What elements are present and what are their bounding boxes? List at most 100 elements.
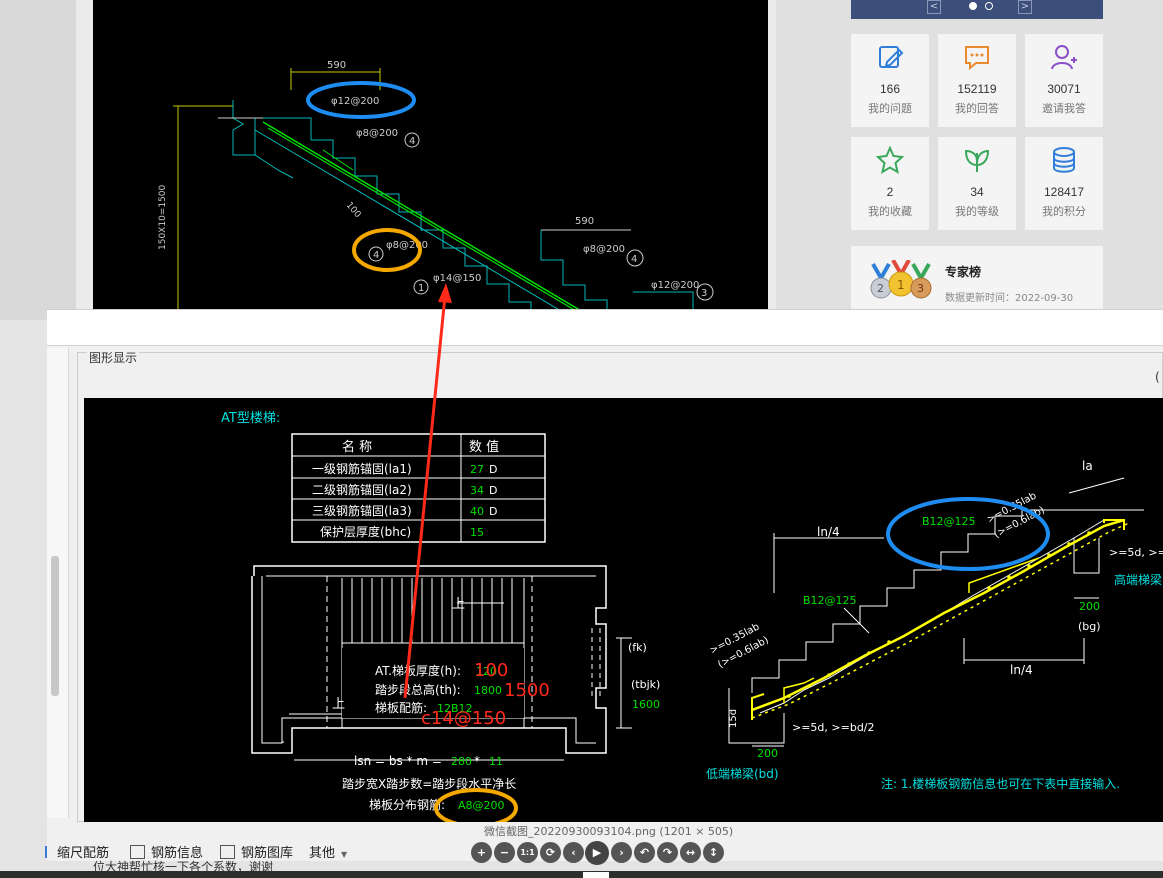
stat-card-questions[interactable]: 166 我的问题 [851, 34, 929, 127]
tbjk-value: 1600 [632, 698, 660, 711]
stat-label: 我的问题 [868, 102, 912, 115]
mark-4b: 4 [631, 254, 637, 265]
star-icon [875, 145, 905, 175]
drawing-canvas[interactable]: AT型楼梯: 名 称 数 值 一级钢筋锚固(la1) 27 D 二级钢筋锚固(l… [84, 398, 1163, 822]
rebar-3-label: φ12@200 [651, 280, 699, 291]
rebar-4a-label: φ8@200 [356, 128, 398, 139]
note-rebar: c14@150 [421, 708, 506, 729]
d5-upper: >=5d, >= [1109, 546, 1163, 559]
rotate-right-button[interactable]: ↷ [657, 842, 678, 863]
medal-3: 3 [917, 282, 924, 295]
table-row-name: 二级钢筋锚固(la2) [312, 482, 412, 497]
dropdown-icon: ▼ [341, 850, 348, 859]
lsn-times: * [474, 754, 480, 768]
table-row-name: 保护层厚度(bhc) [320, 524, 411, 539]
rebar-label: 梯板配筋: [375, 700, 427, 715]
table-row-value: 40 [470, 505, 484, 518]
mark-1: 1 [418, 283, 424, 294]
table-row-name: 三级钢筋锚固(la3) [312, 503, 412, 518]
la-label: la [1082, 459, 1093, 473]
group-title: 图形显示 [87, 349, 140, 366]
table-row-value: 27 [470, 463, 484, 476]
banner: < > [851, 0, 1103, 19]
toolbar-label: 其他 [309, 846, 336, 861]
ln4-top: ln/4 [817, 525, 840, 539]
stat-label: 我的积分 [1042, 205, 1086, 218]
stat-card-points[interactable]: 128417 我的积分 [1025, 137, 1103, 230]
banner-dot[interactable] [985, 2, 993, 10]
flip-horizontal-button[interactable]: ↔ [680, 842, 701, 863]
dist-value: A8@200 [458, 799, 505, 812]
up-label-left: 上 [332, 697, 345, 712]
expert-ranking-card[interactable]: 2 1 3 专家榜 数据更新时间：2022-09-30 [851, 246, 1103, 310]
rebar-main-label: φ14@150 [433, 273, 481, 284]
play-button[interactable]: ▶ [585, 841, 609, 865]
note-h: 100 [474, 660, 508, 681]
taskbar-strip [0, 871, 1163, 878]
lsn-formula: lsn = bs * m = [354, 754, 442, 768]
table-row-unit: D [489, 505, 497, 518]
stat-number: 152119 [957, 82, 997, 96]
coins-icon [1053, 147, 1075, 173]
expert-title[interactable]: 专家榜 [945, 263, 981, 280]
banner-prev-button[interactable]: < [927, 0, 941, 14]
table-row-value: 34 [470, 484, 484, 497]
rotate-left-button[interactable]: ↶ [634, 842, 655, 863]
taskbar-indicator [583, 872, 609, 878]
toolbar-other[interactable]: 其他 ▼ [309, 842, 347, 861]
stat-label: 我的收藏 [868, 205, 912, 218]
prev-image-button[interactable]: ‹ [563, 842, 584, 863]
app-window: 图形显示 ( AT型楼梯: 名 称 数 值 一级钢筋锚固(la1) 27 D 二… [45, 309, 1163, 861]
rebar-top-label: φ12@200 [331, 96, 379, 107]
lsn-desc: 踏步宽X踏步数=踏步段水平净长 [342, 776, 516, 791]
table-row-value: 15 [470, 526, 484, 539]
page-gutter [0, 0, 76, 320]
drawing-note: 注: 1.楼梯板钢筋信息也可在下表中直接输入. [881, 776, 1120, 791]
expert-updated: 数据更新时间：2022-09-30 [945, 293, 1074, 304]
stat-card-level[interactable]: 34 我的等级 [938, 137, 1016, 230]
stat-card-answers[interactable]: 152119 我的回答 [938, 34, 1016, 127]
bg-label: (bg) [1078, 620, 1101, 633]
table-header-value: 数 值 [469, 439, 499, 455]
stat-card-favorites[interactable]: 2 我的收藏 [851, 137, 929, 230]
thickness-label: AT.梯板厚度(h): [375, 663, 461, 678]
banner-next-button[interactable]: > [1018, 0, 1032, 14]
add-user-icon [1051, 45, 1077, 70]
chat-icon [965, 46, 989, 71]
tbjk-label: (tbjk) [631, 678, 660, 691]
banner-dot-active[interactable] [969, 2, 977, 10]
scale-icon [45, 846, 51, 858]
up-label-right: 上 [452, 597, 465, 612]
flip-vertical-button[interactable]: ↕ [703, 842, 724, 863]
table-row-name: 一级钢筋锚固(la1) [312, 461, 412, 476]
stat-number: 166 [879, 82, 901, 96]
lsn-bs: 280 [451, 755, 472, 768]
next-image-button[interactable]: › [611, 842, 632, 863]
medals-icon: 2 1 3 [870, 260, 932, 299]
list-icon [130, 845, 145, 859]
fit-button[interactable]: ⟳ [540, 842, 561, 863]
actual-size-button[interactable]: 1:1 [517, 842, 538, 863]
edit-icon [879, 46, 904, 68]
window-header [47, 310, 1163, 346]
fk-label: (fk) [628, 641, 647, 654]
sidebar: < > 166 我的问题 152119 我的回答 30071 邀请我答 2 我的… [776, 0, 1163, 320]
stat-number: 30071 [1047, 82, 1081, 96]
ln4-bottom: ln/4 [1010, 663, 1033, 677]
rebar-4b-label: φ8@200 [583, 244, 625, 255]
mark-3: 3 [701, 288, 707, 299]
zoom-out-button[interactable]: − [494, 842, 515, 863]
mark-4a: 4 [409, 136, 415, 147]
scrollbar[interactable] [51, 556, 59, 696]
dim-590-mid: 590 [575, 216, 594, 227]
d5-lower: >=5d, >=bd/2 [792, 721, 875, 734]
stat-card-invites[interactable]: 30071 邀请我答 [1025, 34, 1103, 127]
lsn-m: 11 [489, 755, 503, 768]
note-th: 1500 [504, 680, 550, 701]
height-value: 1800 [474, 684, 502, 697]
b12-lower: B12@125 [803, 594, 857, 607]
dim-590-top: 590 [327, 60, 346, 71]
zoom-in-button[interactable]: + [471, 842, 492, 863]
stat-number: 2 [886, 185, 894, 199]
dim-200-right: 200 [1079, 600, 1100, 613]
